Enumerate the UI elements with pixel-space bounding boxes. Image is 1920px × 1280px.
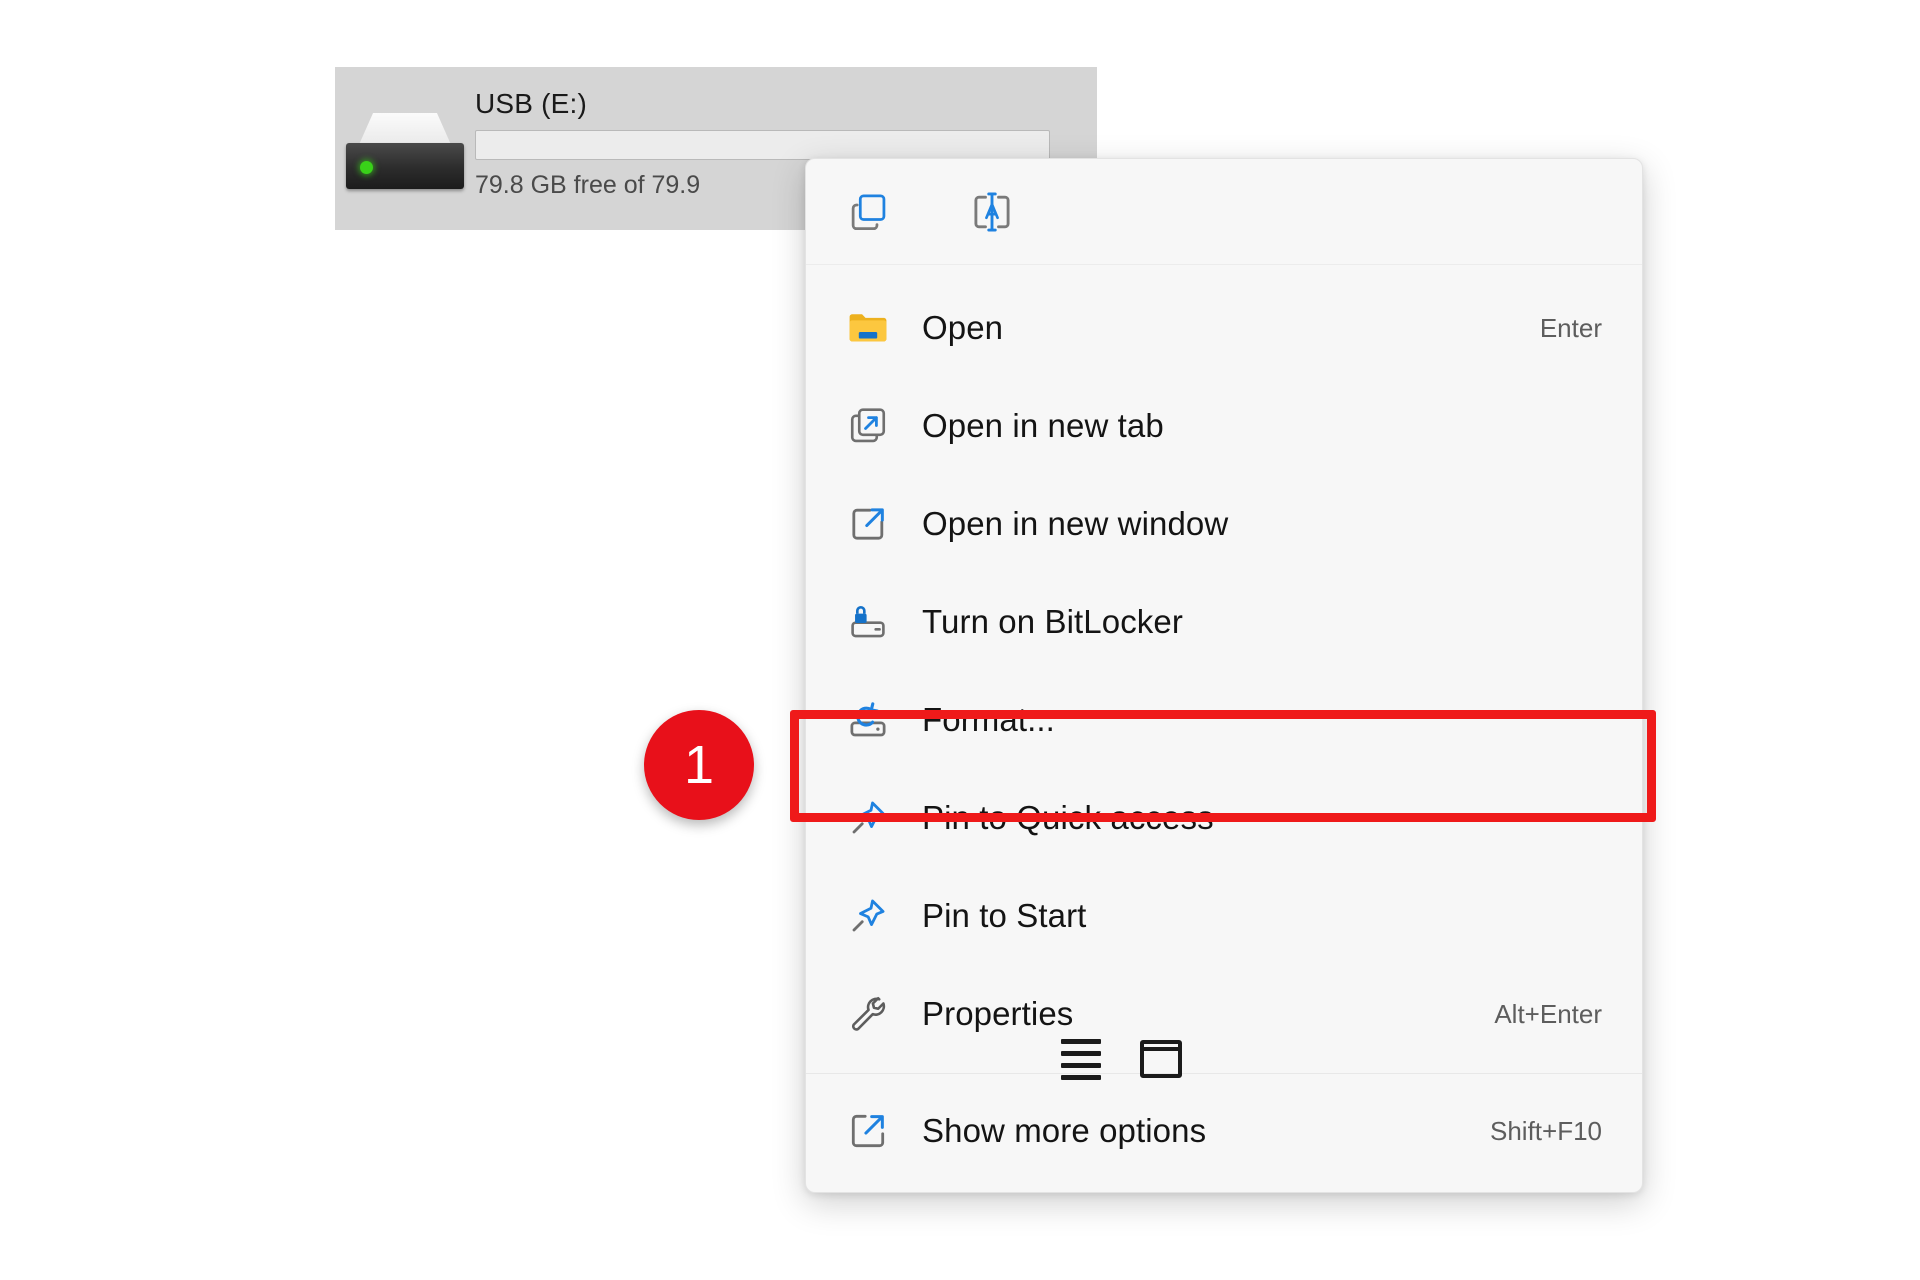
details-view-icon[interactable]: [1138, 1036, 1184, 1082]
drive-icon-top: [358, 113, 452, 147]
menu-item-shortcut: Shift+F10: [1490, 1116, 1606, 1147]
menu-item-pin-to-quick-access[interactable]: Pin to Quick access: [806, 769, 1642, 867]
menu-item-pin-to-start[interactable]: Pin to Start: [806, 867, 1642, 965]
menu-item-open-in-new-tab[interactable]: Open in new tab: [806, 377, 1642, 475]
menu-item-show-more-options[interactable]: Show more options Shift+F10: [806, 1082, 1642, 1180]
format-drive-icon: [842, 698, 894, 742]
menu-item-properties[interactable]: Properties Alt+Enter: [806, 965, 1642, 1063]
menu-item-label: Pin to Start: [922, 897, 1602, 935]
menu-item-label: Turn on BitLocker: [922, 603, 1602, 641]
menu-item-format[interactable]: Format...: [806, 671, 1642, 769]
menu-item-label: Open in new window: [922, 505, 1602, 543]
menu-item-shortcut: Alt+Enter: [1494, 999, 1606, 1030]
copy-icon[interactable]: [842, 184, 898, 240]
context-menu-items: Open Enter Open in new tab: [806, 265, 1642, 1192]
menu-item-label: Pin to Quick access: [922, 799, 1602, 837]
menu-item-open-in-new-window[interactable]: Open in new window: [806, 475, 1642, 573]
menu-separator: [806, 1073, 1642, 1074]
view-toggle-group: [1058, 1036, 1184, 1082]
show-more-options-icon: [842, 1110, 894, 1152]
drive-led-indicator: [360, 161, 373, 174]
drive-usage-bar: [475, 130, 1050, 160]
pin-icon: [842, 797, 894, 839]
menu-item-shortcut: Enter: [1540, 313, 1606, 344]
menu-item-label: Open in new tab: [922, 407, 1602, 445]
rename-icon[interactable]: [964, 184, 1020, 240]
open-in-new-tab-icon: [842, 405, 894, 447]
context-menu: Open Enter Open in new tab: [805, 158, 1643, 1193]
list-view-icon[interactable]: [1058, 1036, 1104, 1082]
wrench-icon: [842, 993, 894, 1035]
open-in-new-window-icon: [842, 503, 894, 545]
menu-item-label: Properties: [922, 995, 1494, 1033]
menu-item-label: Format...: [922, 701, 1602, 739]
step-badge-1: 1: [644, 710, 754, 820]
drive-name-label: USB (E:): [475, 87, 1097, 121]
usb-drive-icon: [335, 81, 475, 221]
menu-item-turn-on-bitlocker[interactable]: Turn on BitLocker: [806, 573, 1642, 671]
screenshot-root: USB (E:) 79.8 GB free of 79.9: [0, 0, 1920, 1280]
bitlocker-lock-icon: [842, 601, 894, 643]
menu-item-open[interactable]: Open Enter: [806, 279, 1642, 377]
folder-open-icon: [842, 305, 894, 351]
pin-icon: [842, 895, 894, 937]
menu-item-label: Open: [922, 309, 1540, 347]
context-menu-header-actions: [806, 159, 1642, 265]
menu-item-label: Show more options: [922, 1112, 1490, 1150]
